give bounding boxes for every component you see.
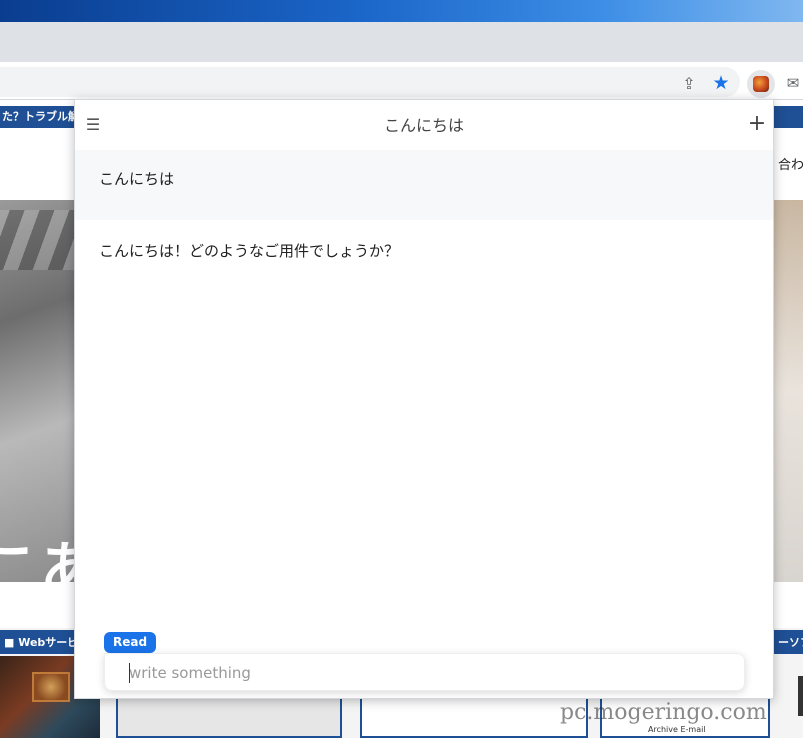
article-thumbnail-edge [798,676,803,716]
page-right-text: 合わ [778,158,803,173]
plus-icon[interactable]: + [745,110,769,136]
user-message-text: こんにちは [99,170,175,188]
hero-image: こあ 使え [0,200,76,582]
article-thumbnail[interactable] [116,694,342,738]
windows-title-area [0,0,803,22]
article-thumbnail[interactable] [360,694,588,738]
hero-image-right [774,200,803,582]
chat-header: ☰ こんにちは + [75,100,773,150]
hero-big-text: こあ [0,535,76,582]
browser-tab-strip [0,22,803,62]
address-bar[interactable] [0,67,740,97]
extension-icon[interactable] [747,70,775,98]
assistant-message-text: こんにちは！どのようなご用件でしょうか？ [99,242,400,260]
chat-input[interactable] [129,660,729,686]
chat-popup: ☰ こんにちは + こんにちは こんにちは！どのようなご用件でしょうか？ Rea… [74,99,774,699]
mail-icon[interactable]: ✉ [782,72,803,94]
chat-title: こんにちは [383,116,464,135]
user-message: こんにちは [75,150,773,220]
mode-badge-read[interactable]: Read [104,632,157,653]
star-icon[interactable]: ★ [710,72,732,94]
watermark: pc.mogeringo.com [560,700,767,725]
category-label-web-text: Webサービ [18,636,76,649]
text-caret [129,663,130,683]
archive-email-text: Archive E-mail [648,725,706,734]
category-label-soft[interactable]: ーソフ [774,630,803,654]
category-label-web[interactable]: ■ Webサービ [0,630,76,654]
share-icon[interactable]: ⇪ [678,72,700,94]
chat-input-container[interactable] [104,653,745,691]
site-nav-text[interactable]: た？トラブル解 [2,108,79,124]
